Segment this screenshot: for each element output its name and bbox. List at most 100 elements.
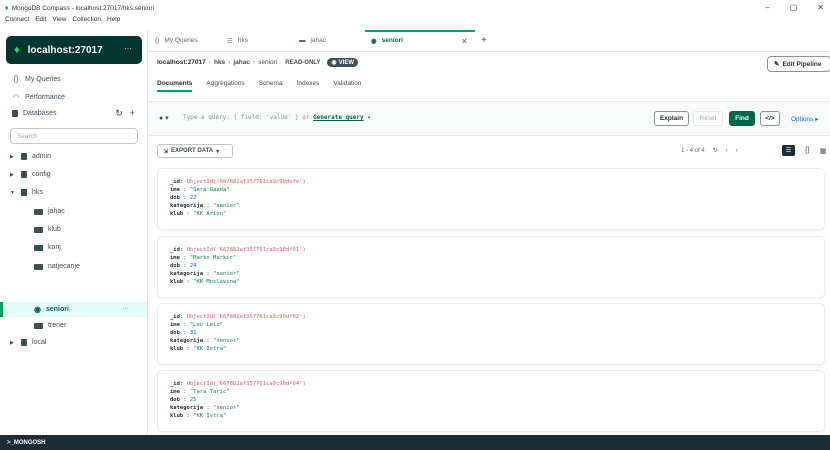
document-body: _id: ObjectId('667882af357761ca9c90defe'…: [170, 179, 306, 217]
reset-button[interactable]: Reset: [693, 111, 723, 126]
tab-hks[interactable]: ☰ hks: [221, 30, 293, 51]
sidebar-item-databases[interactable]: Databases: [12, 110, 56, 117]
field-key: klub: [170, 211, 184, 217]
field-key: kategorija: [170, 271, 204, 277]
refresh-icon[interactable]: ↻: [713, 147, 718, 154]
sidebar-item-label: Performance: [25, 93, 66, 101]
mongosh-bar[interactable]: >_MONGOSH: [0, 435, 830, 450]
tab-schema[interactable]: Schema: [259, 80, 283, 87]
tree-label: local: [32, 339, 47, 346]
tree-collection-klub[interactable]: klub: [34, 226, 61, 233]
add-database-icon[interactable]: +: [130, 108, 135, 119]
chevron-down-icon: ▼: [10, 189, 15, 196]
table-view-icon[interactable]: ▦: [820, 147, 827, 155]
field-key: ime: [170, 322, 180, 328]
menu-edit[interactable]: Edit: [35, 16, 46, 28]
tab-documents[interactable]: Documents: [157, 80, 193, 92]
field-value: 25: [189, 397, 197, 403]
tab-my-queries[interactable]: {} My Queries: [149, 30, 221, 51]
field-value: "senior": [213, 405, 240, 411]
tree-db-hks[interactable]: ▼ hks: [10, 189, 43, 196]
folder-icon: [34, 244, 43, 251]
folder-icon: [34, 226, 43, 233]
document-card[interactable]: _id: ObjectId('667882af357761ca9c90defe'…: [157, 168, 825, 230]
tab-label: hks: [237, 37, 248, 44]
window-controls: – ▢ ✕: [765, 3, 824, 12]
generate-query-link[interactable]: Generate query: [313, 114, 364, 121]
tree-db-config[interactable]: ▶ config: [10, 171, 51, 178]
tree-collection-natjecanje[interactable]: natjecanje: [34, 263, 80, 270]
refresh-icon[interactable]: ↻: [115, 108, 123, 119]
close-window-icon[interactable]: ✕: [817, 3, 824, 12]
tab-aggregations[interactable]: Aggregations: [206, 80, 244, 87]
field-value: ObjectId('667882af357761ca9c90df02'): [186, 314, 306, 320]
database-icon: [21, 189, 27, 196]
query-options-icon[interactable]: ● ▾: [159, 114, 169, 122]
tab-seniori[interactable]: ◉ seniori ×: [365, 30, 475, 51]
tree-item-more-icon[interactable]: ···: [122, 305, 129, 312]
tree-label: natjecanje: [48, 263, 80, 270]
connection-header[interactable]: ♦ localhost:27017 ···: [6, 36, 142, 64]
options-toggle[interactable]: Options ▸: [791, 115, 818, 123]
close-tab-icon[interactable]: ×: [462, 36, 467, 46]
tree-collection-jahac[interactable]: jahac: [34, 208, 65, 215]
field-value: "Sara Gazda": [189, 187, 230, 193]
tree-db-local[interactable]: ▶ local: [10, 339, 46, 346]
sidebar-item-performance[interactable]: ◠ Performance: [12, 93, 66, 102]
query-input[interactable]: Type a query: { field: 'value' } or Gene…: [183, 114, 371, 121]
field-value: 31: [189, 330, 197, 336]
document-card[interactable]: _id: ObjectId('667882af357761ca9c90df02'…: [157, 303, 825, 365]
export-label: EXPORT DATA: [171, 148, 214, 154]
menu-connect[interactable]: Connect: [5, 16, 29, 28]
document-card[interactable]: _id: ObjectId('667882af357761ca9c90df04'…: [157, 370, 825, 432]
field-value: ObjectId('667882af357761ca9c90df01'): [186, 247, 306, 253]
field-value: ObjectId('667882af357761ca9c90df04'): [186, 381, 306, 387]
tab-validation[interactable]: Validation: [333, 80, 361, 87]
export-data-button[interactable]: ⇲ EXPORT DATA ▾: [157, 144, 233, 158]
tree-collection-trener[interactable]: trener: [34, 322, 66, 329]
field-value: "KK Istra": [193, 413, 227, 419]
next-page-icon[interactable]: ›: [736, 148, 738, 154]
more-options-icon[interactable]: ···: [124, 44, 132, 53]
sidebar-item-my-queries[interactable]: {} My Queries: [12, 76, 61, 83]
window-title: MongoDB Compass - localhost:27017/hks.se…: [11, 4, 154, 12]
maximize-icon[interactable]: ▢: [790, 3, 798, 12]
menu-bar: Connect Edit View Collection Help: [0, 16, 120, 28]
tree-view-seniori[interactable]: ◉ seniori: [34, 305, 69, 314]
minimize-icon[interactable]: –: [765, 3, 769, 12]
export-code-button[interactable]: </>: [760, 111, 780, 126]
field-key: kategorija: [170, 338, 204, 344]
edit-pipeline-button[interactable]: ✎ Edit Pipeline: [767, 56, 830, 72]
view-switcher: ☰ {} ▦: [782, 145, 826, 156]
folder-icon: [34, 208, 43, 215]
field-value: "KK Arion": [193, 211, 227, 217]
tree-collection-konj[interactable]: konj: [34, 244, 61, 251]
document-card[interactable]: _id: ObjectId('667882af357761ca9c90df01'…: [157, 236, 825, 298]
chevron-down-icon: ▾: [216, 148, 220, 155]
find-button[interactable]: Find: [729, 111, 755, 126]
field-value: ObjectId('667882af357761ca9c90defe'): [186, 179, 306, 185]
field-key: dob: [170, 263, 180, 269]
sidebar-search-input[interactable]: Search: [10, 128, 138, 144]
menu-help[interactable]: Help: [107, 16, 120, 28]
previous-page-icon[interactable]: ‹: [726, 148, 728, 154]
menu-view[interactable]: View: [52, 16, 66, 28]
field-value: 22: [189, 195, 197, 201]
collection-subtabs: Documents Aggregations Schema Indexes Va…: [157, 80, 361, 92]
json-view-icon[interactable]: {}: [805, 147, 810, 154]
explain-button[interactable]: Explain: [654, 111, 689, 126]
field-key: _id: [170, 381, 180, 387]
breadcrumb-db[interactable]: hks: [214, 59, 225, 66]
database-icon: [21, 171, 27, 178]
menu-collection[interactable]: Collection: [72, 16, 101, 28]
tab-jahac[interactable]: ▬ jahac: [293, 30, 365, 51]
view-badge-label: VIEW: [338, 59, 354, 66]
database-icon: [21, 339, 27, 346]
add-tab-icon[interactable]: +: [475, 30, 487, 51]
breadcrumb-source[interactable]: jahac: [233, 59, 250, 66]
eye-icon: ◉: [331, 60, 337, 66]
tab-indexes[interactable]: Indexes: [297, 80, 320, 87]
list-view-icon[interactable]: ☰: [782, 145, 795, 156]
breadcrumb-connection[interactable]: localhost:27017: [157, 59, 206, 66]
tree-db-admin[interactable]: ▶ admin: [10, 153, 51, 160]
